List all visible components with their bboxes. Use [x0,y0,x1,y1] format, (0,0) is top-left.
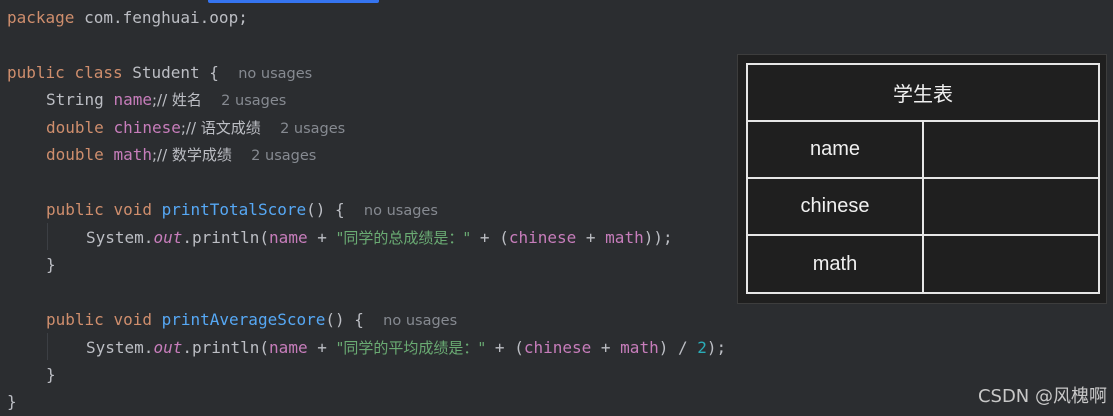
number-literal: 2 [697,338,707,357]
usage-hint[interactable]: 2 usages [251,148,316,164]
arg-chinese: chinese [523,338,592,357]
table-cell-label: name [748,122,924,177]
string-literal: "同学的平均成绩是：" [336,339,486,357]
field-name: math [113,145,152,164]
table-cell-value [924,236,1098,292]
system-class: System. [86,228,154,247]
table-title: 学生表 [748,65,1098,122]
close-brace: } [46,365,56,384]
method-declaration: public void printAverageScore() { no usa… [46,306,457,333]
field-type: String [46,90,104,109]
indent-guide [47,223,48,250]
method-close-brace: } [46,361,56,388]
method-name: printTotalScore [161,200,307,219]
table-row: math [748,236,1098,292]
arg-math: math [605,228,644,247]
field-comment: ;// 姓名 [151,91,202,109]
usage-hint[interactable]: no usages [364,203,438,219]
out-field: out [153,338,183,357]
public-keyword: public [46,310,104,329]
plus-operator: + ( [485,338,524,357]
method-name: printAverageScore [161,310,326,329]
student-table: 学生表 name chinese math [746,63,1100,294]
method-parens: () { [306,200,345,219]
close-brace: } [46,255,56,274]
usage-hint[interactable]: 2 usages [280,121,345,137]
void-keyword: void [113,200,152,219]
usage-hint[interactable]: no usages [238,66,312,82]
package-keyword: package [7,8,75,27]
plus-operator: + [307,228,337,247]
class-close-brace: } [7,388,17,415]
method-declaration: public void printTotalScore() { no usage… [46,196,438,223]
arg-math: math [620,338,659,357]
field-type: double [46,118,104,137]
field-type: double [46,145,104,164]
field-line: double chinese;// 语文成绩 2 usages [46,114,345,141]
field-comment: ;// 数学成绩 [151,146,232,164]
class-keyword: class [74,63,123,82]
println-call: .println( [182,228,270,247]
statement-tail: ); [706,338,727,357]
field-name: name [113,90,152,109]
table-cell-value [924,122,1098,177]
package-line: package com.fenghuai.oop; [7,4,248,31]
public-keyword: public [46,200,104,219]
divide-operator: ) / [658,338,698,357]
field-comment: ;// 语文成绩 [180,119,261,137]
plus-operator: + ( [470,228,509,247]
method-close-brace: } [46,251,56,278]
field-name: chinese [113,118,181,137]
usage-hint[interactable]: 2 usages [221,93,286,109]
string-literal: "同学的总成绩是：" [336,229,471,247]
table-row: name [748,122,1098,179]
arg-name: name [269,228,308,247]
method-body-line: System.out.println(name + "同学的平均成绩是：" + … [86,334,726,361]
watermark: CSDN @风槐啊 [977,386,1107,407]
close-brace: } [7,392,17,411]
statement-tail: )); [643,228,673,247]
table-cell-value [924,179,1098,234]
package-name: com.fenghuai.oop; [74,8,248,27]
plus-operator: + [591,338,621,357]
field-line: double math;// 数学成绩 2 usages [46,141,316,168]
arg-name: name [269,338,308,357]
table-row: chinese [748,179,1098,236]
student-table-panel: 学生表 name chinese math [737,54,1107,304]
table-cell-label: chinese [748,179,924,234]
class-name: Student { [122,63,219,82]
plus-operator: + [576,228,606,247]
arg-chinese: chinese [508,228,577,247]
system-class: System. [86,338,154,357]
void-keyword: void [113,310,152,329]
class-declaration: public class Student { no usages [7,59,312,86]
plus-operator: + [307,338,337,357]
out-field: out [153,228,183,247]
indent-guide [47,333,48,360]
method-body-line: System.out.println(name + "同学的总成绩是：" + (… [86,224,673,251]
println-call: .println( [182,338,270,357]
public-keyword: public [7,63,65,82]
usage-hint[interactable]: no usages [383,313,457,329]
table-cell-label: math [748,236,924,292]
field-line: String name;// 姓名 2 usages [46,86,286,113]
method-parens: () { [325,310,364,329]
